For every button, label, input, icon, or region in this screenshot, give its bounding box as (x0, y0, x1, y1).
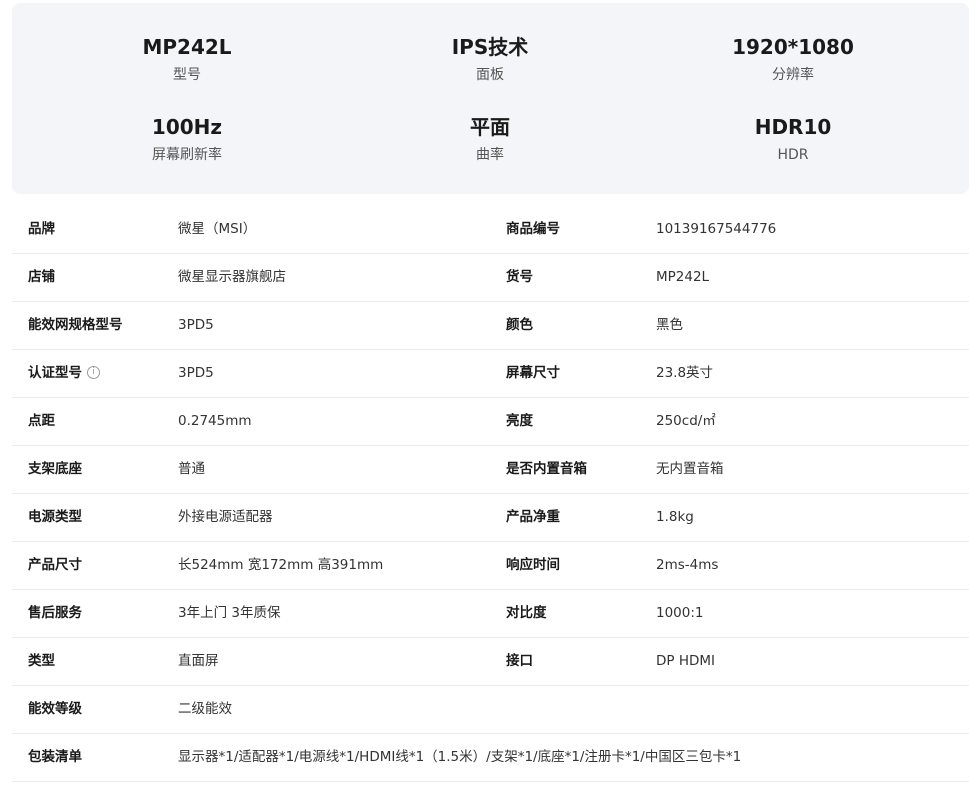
spec-value: 3PD5 (178, 365, 214, 381)
highlight-label: HDR (777, 147, 809, 163)
spec-value: 无内置音箱 (656, 461, 724, 477)
spec-row: 售后服务 3年上门 3年质保 对比度 1000:1 (12, 590, 969, 638)
spec-row: 点距 0.2745mm 亮度 250cd/㎡ (12, 398, 969, 446)
highlight-resolution: 1920*1080 分辨率 (643, 34, 943, 85)
spec-row: 能效网规格型号 3PD5 颜色 黑色 (12, 302, 969, 350)
spec-value: 250cd/㎡ (656, 413, 716, 429)
spec-value-package-list: 显示器*1/适配器*1/电源线*1/HDMI线*1（1.5米）/支架*1/底座*… (178, 749, 742, 765)
spec-key: 货号 (506, 269, 533, 285)
spec-key: 亮度 (506, 413, 533, 429)
spec-value: 3年上门 3年质保 (178, 605, 281, 621)
highlight-hdr: HDR10 HDR (643, 114, 943, 165)
info-icon[interactable]: i (87, 365, 100, 379)
highlight-label: 型号 (173, 67, 201, 83)
spec-key: 能效网规格型号 (28, 317, 123, 333)
spec-key-certified-model: 认证型号 i (28, 350, 100, 397)
highlight-curvature: 平面 曲率 (340, 114, 640, 165)
spec-row: 店铺 微星显示器旗舰店 货号 MP242L (12, 254, 969, 302)
spec-value: 长524mm 宽172mm 高391mm (178, 557, 384, 573)
spec-key: 屏幕尺寸 (506, 365, 560, 381)
spec-row: 品牌 微星（MSI） 商品编号 10139167544776 (12, 206, 969, 254)
spec-row: 包装清单 显示器*1/适配器*1/电源线*1/HDMI线*1（1.5米）/支架*… (12, 734, 969, 782)
spec-value: 3PD5 (178, 317, 214, 333)
spec-row: 电源类型 外接电源适配器 产品净重 1.8kg (12, 494, 969, 542)
spec-key: 接口 (506, 653, 533, 669)
highlight-value: 1920*1080 (732, 35, 854, 59)
spec-value: 外接电源适配器 (178, 509, 273, 525)
spec-key: 店铺 (28, 269, 55, 285)
highlight-value: 平面 (470, 115, 510, 139)
highlights-panel: MP242L 型号 IPS技术 面板 1920*1080 分辨率 100Hz 屏… (12, 3, 969, 194)
spec-key: 对比度 (506, 605, 547, 621)
spec-value: 直面屏 (178, 653, 219, 669)
highlight-value: HDR10 (754, 115, 832, 139)
spec-value: 0.2745mm (178, 413, 252, 429)
spec-value: 10139167544776 (656, 221, 777, 237)
spec-value: 普通 (178, 461, 205, 477)
highlight-label: 面板 (476, 67, 504, 83)
spec-key: 包装清单 (28, 749, 82, 765)
spec-table: 品牌 微星（MSI） 商品编号 10139167544776 店铺 微星显示器旗… (12, 206, 969, 782)
spec-row: 产品尺寸 长524mm 宽172mm 高391mm 响应时间 2ms-4ms (12, 542, 969, 590)
spec-key: 能效等级 (28, 701, 82, 717)
spec-key: 产品尺寸 (28, 557, 82, 573)
highlight-value: IPS技术 (451, 35, 529, 59)
spec-row: 能效等级 二级能效 (12, 686, 969, 734)
spec-key: 电源类型 (28, 509, 82, 525)
spec-value: MP242L (656, 269, 710, 285)
spec-key-label: 认证型号 (28, 365, 82, 381)
highlight-value: 100Hz (151, 115, 223, 139)
spec-key: 颜色 (506, 317, 533, 333)
spec-value: DP HDMI (656, 653, 716, 669)
highlight-label: 分辨率 (772, 67, 814, 83)
spec-row: 类型 直面屏 接口 DP HDMI (12, 638, 969, 686)
spec-key: 商品编号 (506, 221, 560, 237)
highlight-value: MP242L (142, 35, 232, 59)
spec-key: 产品净重 (506, 509, 560, 525)
spec-value: 1.8kg (656, 509, 694, 525)
spec-value: 微星显示器旗舰店 (178, 269, 286, 285)
spec-row: 认证型号 i 3PD5 屏幕尺寸 23.8英寸 (12, 350, 969, 398)
spec-key: 点距 (28, 413, 55, 429)
spec-value: 2ms-4ms (656, 557, 719, 573)
highlight-refresh-rate: 100Hz 屏幕刷新率 (37, 114, 337, 165)
highlight-label: 屏幕刷新率 (152, 147, 222, 163)
spec-value: 微星（MSI） (178, 221, 257, 237)
spec-key: 响应时间 (506, 557, 560, 573)
highlight-panel-type: IPS技术 面板 (340, 34, 640, 85)
spec-key: 类型 (28, 653, 55, 669)
spec-key: 是否内置音箱 (506, 461, 587, 477)
spec-value: 黑色 (656, 317, 683, 333)
highlight-model: MP242L 型号 (37, 34, 337, 85)
spec-key: 支架底座 (28, 461, 82, 477)
spec-value: 二级能效 (178, 701, 232, 717)
spec-key: 售后服务 (28, 605, 82, 621)
spec-value: 1000:1 (656, 605, 704, 621)
spec-key: 品牌 (28, 221, 55, 237)
spec-value: 23.8英寸 (656, 365, 714, 381)
spec-row: 支架底座 普通 是否内置音箱 无内置音箱 (12, 446, 969, 494)
highlight-label: 曲率 (476, 147, 504, 163)
